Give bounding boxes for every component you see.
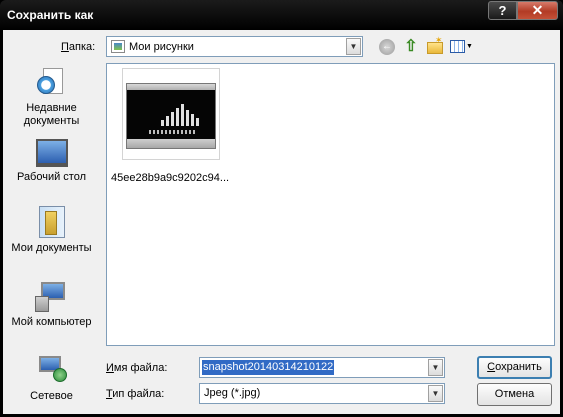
filename-label-rest: мя файла: — [113, 362, 168, 374]
my-documents-icon — [38, 206, 65, 238]
close-button[interactable]: ✕ — [517, 1, 558, 20]
dialog-body: Папка: Мои рисунки ▼ ← ⇧ ▼ — [3, 30, 560, 414]
up-folder-icon: ⇧ — [404, 38, 418, 55]
filename-value[interactable]: snapshot20140314210122 — [202, 360, 335, 375]
file-thumbnail-frame — [122, 68, 220, 160]
chevron-down-icon[interactable]: ▼ — [428, 385, 443, 402]
chevron-down-icon: ▼ — [466, 43, 473, 50]
back-button[interactable]: ← — [377, 37, 397, 57]
filetype-dropdown[interactable]: Jpeg (*.jpg) ▼ — [199, 383, 445, 404]
filename-input[interactable]: snapshot20140314210122 ▼ — [199, 357, 445, 378]
recent-documents-icon — [36, 66, 67, 98]
folder-dropdown[interactable]: Мои рисунки ▼ — [106, 36, 363, 57]
place-my-computer[interactable]: Мой компьютер — [3, 282, 100, 329]
folder-label-rest: апка: — [68, 41, 96, 53]
chevron-down-icon[interactable]: ▼ — [428, 359, 443, 376]
file-name: 45ee28b9a9c9202c94... — [111, 172, 230, 184]
views-grid-icon — [450, 40, 465, 53]
place-desktop[interactable]: Рабочий стол — [3, 139, 100, 184]
chevron-down-icon[interactable]: ▼ — [346, 38, 361, 55]
place-label-line2: документы — [23, 115, 80, 127]
places-bar: Недавние документы Рабочий стол Мои доку… — [3, 66, 100, 411]
place-recent-documents[interactable]: Недавние документы — [3, 66, 100, 128]
filetype-label-rest: ип файла: — [112, 388, 165, 400]
back-arrow-icon: ← — [379, 39, 395, 55]
new-folder-button[interactable] — [425, 35, 445, 57]
save-button-label: охранить — [495, 361, 542, 373]
my-computer-icon — [34, 282, 69, 312]
place-label: Рабочий стол — [16, 171, 87, 183]
file-list[interactable]: 45ee28b9a9c9202c94... — [106, 63, 555, 346]
title-bar[interactable]: Сохранить как ? ✕ — [0, 0, 563, 30]
window-title: Сохранить как — [7, 8, 94, 22]
place-label-line1: Недавние — [26, 102, 77, 114]
up-folder-button[interactable]: ⇧ — [401, 37, 421, 57]
filename-label: Имя файла: — [106, 362, 167, 374]
folder-dropdown-value: Мои рисунки — [129, 40, 194, 53]
folder-label: Папка: — [61, 41, 95, 53]
views-menu-button[interactable]: ▼ — [449, 37, 473, 57]
cancel-button[interactable]: Отмена — [477, 383, 552, 406]
filetype-value: Jpeg (*.jpg) — [204, 387, 261, 399]
filetype-label: Тип файла: — [106, 388, 164, 400]
place-label: Мои документы — [11, 242, 92, 254]
new-folder-icon — [427, 35, 443, 54]
save-button-mnemonic: С — [487, 361, 496, 373]
filename-label-mnemonic: И — [106, 362, 114, 374]
pictures-folder-icon — [111, 40, 125, 53]
file-thumbnail — [126, 83, 216, 149]
desktop-icon — [35, 139, 68, 167]
save-as-dialog: Сохранить как ? ✕ Папка: Мои рисунки ▼ ←… — [0, 0, 563, 417]
save-button[interactable]: Сохранить — [477, 356, 552, 379]
network-icon — [35, 356, 69, 386]
place-my-documents[interactable]: Мои документы — [3, 206, 100, 255]
help-button[interactable]: ? — [488, 1, 517, 20]
navigation-toolbar: ← ⇧ ▼ — [377, 35, 473, 58]
folder-label-mnemonic: П — [61, 41, 69, 53]
place-label: Сетевое — [30, 390, 73, 402]
place-label: Мой компьютер — [11, 316, 92, 328]
place-network[interactable]: Сетевое — [3, 356, 100, 403]
